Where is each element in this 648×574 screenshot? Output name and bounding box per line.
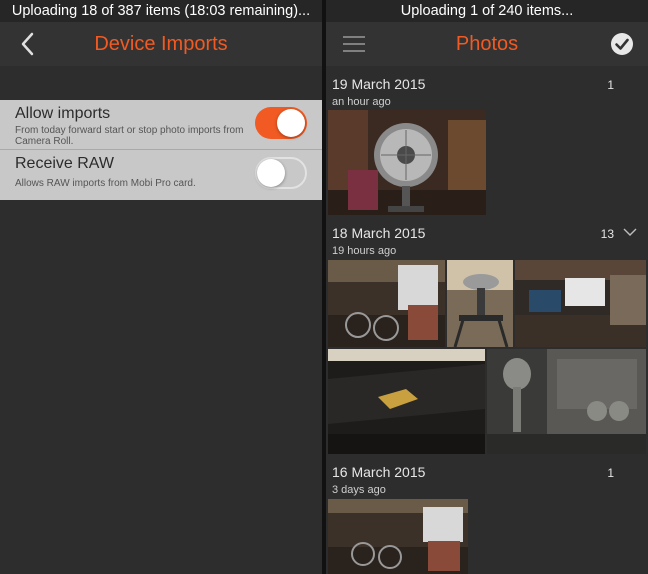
page-title: Photos: [455, 33, 519, 55]
section-relative-time: 3 days ago: [332, 484, 386, 496]
page-title: Device Imports: [94, 33, 228, 55]
setting-receive-raw: Receive RAW Allows RAW imports from Mobi…: [0, 150, 322, 200]
toggle-knob: [257, 159, 285, 187]
photo-section-header: 19 March 2015 an hour ago 1: [326, 68, 648, 108]
device-imports-screen: Uploading 18 of 387 items (18:03 remaini…: [0, 0, 322, 574]
setting-allow-imports: Allow imports From today forward start o…: [0, 100, 322, 150]
checkmark-circle-icon: [611, 33, 633, 55]
receive-raw-toggle[interactable]: [255, 157, 307, 189]
photo-thumbnail[interactable]: [328, 499, 468, 574]
setting-label: Receive RAW: [15, 155, 114, 172]
photo-thumbnail[interactable]: [328, 260, 445, 347]
expand-section-button[interactable]: [622, 225, 638, 239]
setting-label: Allow imports: [15, 105, 111, 122]
section-date: 18 March 2015: [332, 225, 426, 241]
toggle-knob: [277, 109, 305, 137]
upload-status-bar: Uploading 18 of 387 items (18:03 remaini…: [0, 0, 322, 22]
section-relative-time: 19 hours ago: [332, 245, 397, 257]
photo-thumbnail[interactable]: [328, 349, 485, 454]
settings-list: Allow imports From today forward start o…: [0, 100, 322, 200]
upload-status-bar: Uploading 1 of 240 items...: [326, 0, 648, 22]
section-photo-count: 1: [607, 466, 614, 480]
section-date: 19 March 2015: [332, 76, 426, 92]
section-date: 16 March 2015: [332, 464, 426, 480]
nav-bar: Photos: [326, 22, 648, 66]
photo-thumbnail[interactable]: [515, 260, 646, 347]
photo-section-header: 18 March 2015 19 hours ago 13: [326, 217, 648, 257]
section-photo-count: 13: [600, 227, 614, 241]
photo-thumbnail[interactable]: [328, 110, 486, 215]
section-photo-count: 1: [607, 78, 614, 92]
nav-bar: Device Imports: [0, 22, 322, 66]
chevron-down-icon: [623, 228, 637, 236]
photos-screen: Uploading 1 of 240 items... Photos 19 Ma…: [326, 0, 648, 574]
allow-imports-toggle[interactable]: [255, 107, 307, 139]
section-relative-time: an hour ago: [332, 96, 391, 108]
photo-thumbnail[interactable]: [487, 349, 646, 454]
select-button[interactable]: [610, 32, 634, 56]
setting-description: Allows RAW imports from Mobi Pro card.: [15, 178, 196, 189]
setting-description: From today forward start or stop photo i…: [15, 125, 244, 147]
photo-section-header: 16 March 2015 3 days ago 1: [326, 456, 648, 496]
photo-thumbnail[interactable]: [447, 260, 513, 347]
